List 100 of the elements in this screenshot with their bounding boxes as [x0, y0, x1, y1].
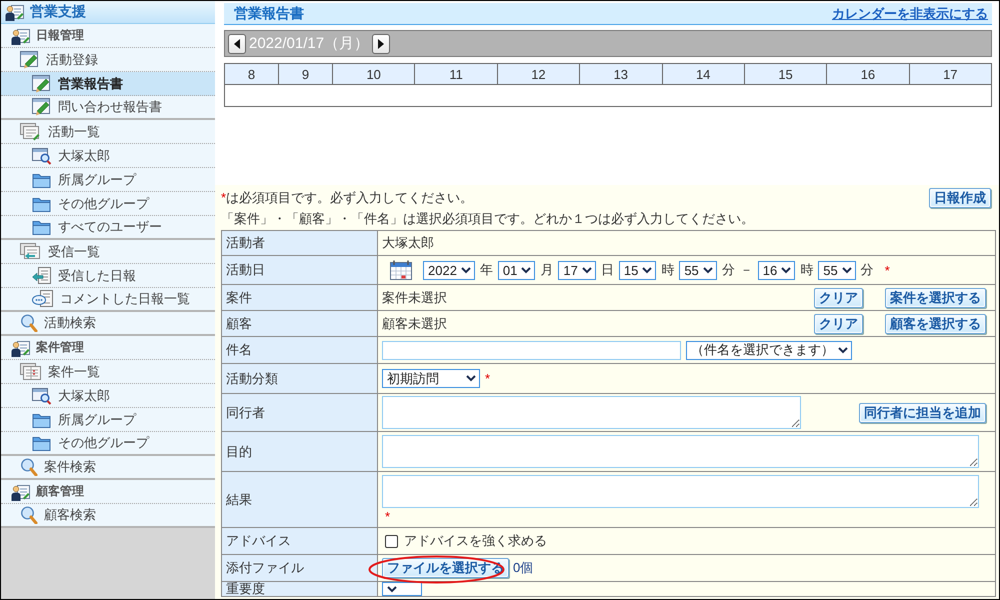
- sidebar-item[interactable]: 受信した日報: [1, 264, 215, 288]
- sidebar-title: 営業支援: [30, 3, 86, 21]
- field-label: 件名: [222, 336, 378, 364]
- search-icon: [20, 458, 38, 476]
- field-label: 添付ファイル: [222, 554, 378, 582]
- hour-cell: 16: [826, 64, 910, 84]
- unit-label: 時: [800, 261, 814, 279]
- previous-button[interactable]: [228, 34, 246, 54]
- chevron-down-icon: [642, 266, 652, 274]
- hour-cell: 13: [580, 64, 662, 84]
- sidebar-item[interactable]: 所属グループ: [1, 408, 215, 432]
- field-label: 案件: [222, 284, 378, 310]
- field-label: 重要度: [222, 582, 378, 596]
- hour-cell: 15: [744, 64, 827, 84]
- person-document-icon: [11, 482, 31, 500]
- sidebar-item[interactable]: その他グループ: [1, 432, 215, 456]
- unit-label: 日: [600, 261, 614, 279]
- unit-label: 分: [860, 261, 874, 279]
- required-note: *は必須項目です。必ず入力してください。: [221, 189, 474, 207]
- create-report-button[interactable]: 日報作成: [929, 188, 991, 208]
- sidebar-item[interactable]: その他グループ: [1, 192, 215, 216]
- hour-cell: 12: [497, 64, 580, 84]
- section-title: 顧客管理: [36, 483, 84, 500]
- sidebar-item[interactable]: 案件検索: [1, 456, 215, 480]
- dropdown[interactable]: 55: [679, 260, 717, 280]
- hour-cell: 11: [414, 64, 498, 84]
- chevron-down-icon: [460, 266, 471, 274]
- sidebar-item[interactable]: 受信一覧: [1, 240, 215, 264]
- dropdown[interactable]: （件名を選択できます）: [686, 340, 852, 360]
- field-label: 結果: [222, 472, 378, 528]
- clear-button[interactable]: クリア: [814, 288, 863, 308]
- table-document-icon: [20, 362, 42, 380]
- field-label: 顧客: [222, 310, 378, 336]
- pencil-window-icon: [32, 74, 52, 92]
- field-label: 同行者: [222, 394, 378, 432]
- hour-cell: 9: [278, 64, 332, 84]
- chevron-down-icon: [521, 266, 532, 274]
- dropdown[interactable]: 2022: [423, 260, 475, 280]
- sidebar-item[interactable]: すべてのユーザー: [1, 216, 215, 240]
- sidebar-item[interactable]: 大塚太郎: [1, 144, 215, 168]
- document-arrow-icon: [32, 266, 52, 284]
- sidebar-item[interactable]: 案件一覧: [1, 360, 215, 384]
- pencil-window-icon: [32, 98, 52, 116]
- hour-cell: 10: [332, 64, 415, 84]
- section-title: 案件管理: [36, 339, 84, 356]
- add-companion-button[interactable]: 同行者に担当を追加: [859, 402, 986, 422]
- field-label: アドバイス: [222, 528, 378, 554]
- dropdown[interactable]: 55: [818, 260, 856, 280]
- page-title: 営業報告書: [234, 4, 304, 22]
- select-button[interactable]: 案件を選択する: [885, 288, 986, 308]
- chevron-down-icon: [781, 266, 792, 274]
- input-field[interactable]: [382, 340, 681, 360]
- person-document-icon: [5, 3, 25, 21]
- clear-button[interactable]: クリア: [814, 314, 863, 334]
- sidebar-item[interactable]: 大塚太郎: [1, 384, 215, 408]
- required-mark: *: [485, 371, 490, 386]
- section-title: 日報管理: [36, 27, 84, 44]
- dropdown[interactable]: 初期訪問: [382, 369, 480, 388]
- dropdown[interactable]: 17: [558, 260, 596, 280]
- next-button[interactable]: [372, 34, 390, 54]
- chevron-down-icon: [842, 266, 852, 274]
- sidebar-item[interactable]: 活動検索: [1, 312, 215, 336]
- calendar-icon: [390, 260, 412, 280]
- checkbox[interactable]: [385, 534, 398, 548]
- hide-calendar-link[interactable]: カレンダーを非表示にする: [832, 4, 988, 22]
- pencil-window-icon: [20, 50, 40, 68]
- document-stack-arrow-icon: [20, 242, 42, 260]
- field-value: 大塚太郎: [378, 230, 996, 256]
- sidebar-item[interactable]: 問い合わせ報告書: [1, 96, 215, 120]
- unit-label: 分: [722, 261, 735, 279]
- person-document-icon: [11, 338, 31, 356]
- selection-note: 「案件」・「顧客」・「件名」は選択必須項目です。どれか１つは必ず入力してください。: [221, 210, 754, 228]
- date-label: 2022/01/17（月）: [248, 34, 370, 53]
- right-triangle-icon: [378, 38, 384, 48]
- dropdown[interactable]: 16: [758, 260, 796, 280]
- card-magnifier-icon: [32, 386, 52, 404]
- search-icon: [20, 506, 38, 524]
- hour-cell: 14: [662, 64, 744, 84]
- sidebar-item[interactable]: 活動一覧: [1, 120, 215, 144]
- unit-label: 時: [661, 261, 674, 279]
- search-icon: [20, 314, 38, 332]
- checkbox-label[interactable]: アドバイスを強く求める: [404, 532, 547, 550]
- chevron-down-icon: [466, 375, 476, 382]
- file-count: 0個: [513, 559, 534, 577]
- hour-cell: 8: [224, 64, 278, 84]
- sidebar-item[interactable]: 営業報告書: [1, 72, 215, 96]
- person-document-icon: [11, 26, 31, 44]
- dropdown[interactable]: [382, 582, 422, 596]
- sidebar-item[interactable]: コメントした日報一覧: [1, 288, 215, 312]
- field-label: 目的: [222, 432, 378, 472]
- folder-icon: [32, 218, 52, 236]
- sidebar-item[interactable]: 所属グループ: [1, 168, 215, 192]
- dropdown[interactable]: 01: [498, 260, 536, 280]
- hour-cell: 17: [909, 64, 992, 84]
- chevron-down-icon: [387, 586, 397, 592]
- speech-bubble-icon: [32, 290, 54, 308]
- required-mark: *: [884, 262, 890, 278]
- select-button[interactable]: 顧客を選択する: [885, 314, 986, 334]
- field-label: 活動者: [222, 230, 378, 256]
- dropdown[interactable]: 15: [618, 260, 656, 280]
